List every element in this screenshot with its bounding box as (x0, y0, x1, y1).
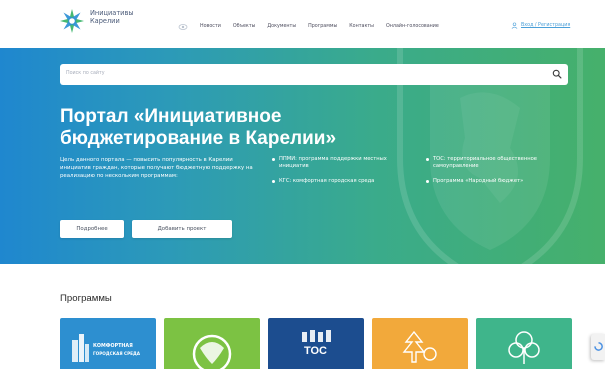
card-label: ГОРОДСКАЯ СРЕДА (93, 351, 140, 356)
tos-icon (302, 330, 331, 342)
logo-icon[interactable] (60, 9, 84, 33)
list-item: ППМИ: программа поддержки местных инициа… (272, 156, 402, 171)
program-card-tos[interactable]: ТОС (268, 318, 364, 369)
nav-documents[interactable]: Документы (267, 24, 296, 30)
program-card-local-initiative[interactable] (476, 318, 572, 369)
main-nav: Новости Объекты Документы Программы Конт… (178, 21, 451, 33)
more-button[interactable]: Подробнее (60, 220, 124, 238)
list-item-text: КГС: комфортная городская среда (279, 178, 375, 184)
search-icon[interactable] (552, 69, 562, 79)
eye-icon[interactable] (178, 22, 188, 32)
hero-section: Поиск по сайту Портал «Инициативное бюдж… (0, 48, 605, 264)
list-item-text: ППМИ: программа поддержки местных инициа… (279, 156, 387, 170)
programs-heading: Программы (60, 293, 112, 304)
program-card-ppmi[interactable] (164, 318, 260, 369)
list-item: КГС: комфортная городская среда (272, 178, 422, 185)
site-header: Инициативы Карелии Новости Объекты Докум… (0, 0, 605, 48)
nav-contacts[interactable]: Контакты (349, 24, 374, 30)
nav-news[interactable]: Новости (200, 24, 221, 30)
ppmi-icon (192, 334, 232, 369)
card-label: КОМФОРТНАЯ (93, 344, 133, 349)
nav-online-voting[interactable]: Онлайн-голосование (386, 24, 439, 30)
community-icon (508, 331, 540, 364)
list-item-text: ТОС: территориальное общественное самоуп… (433, 156, 537, 170)
program-card-people-budget[interactable] (372, 318, 468, 369)
hero-program-list: ППМИ: программа поддержки местных инициа… (272, 156, 592, 216)
tree-icon (402, 330, 437, 363)
search-box[interactable]: Поиск по сайту (60, 64, 568, 85)
list-item: ТОС: территориальное общественное самоуп… (426, 156, 576, 171)
hero-title: Портал «Инициативное бюджетирование в Ка… (60, 106, 337, 149)
list-item: Программа «Народный бюджет» (426, 178, 576, 185)
add-project-button[interactable]: Добавить проект (132, 220, 232, 238)
program-card-comfort-city[interactable]: КОМФОРТНАЯ ГОРОДСКАЯ СРЕДА (60, 318, 156, 369)
nav-programs[interactable]: Программы (308, 24, 337, 30)
list-item-text: Программа «Народный бюджет» (433, 178, 524, 184)
page: Инициативы Карелии Новости Объекты Докум… (0, 0, 605, 369)
nav-objects[interactable]: Объекты (233, 24, 256, 30)
hero-description: Цель данного портала — повысить популярн… (60, 157, 253, 180)
auth-label[interactable]: Вход / Регистрация (521, 23, 570, 28)
recaptcha-badge[interactable] (591, 334, 605, 360)
program-cards: КОМФОРТНАЯ ГОРОДСКАЯ СРЕДА ТОС (60, 318, 572, 369)
recaptcha-icon (594, 342, 603, 351)
user-icon (511, 22, 518, 29)
search-input[interactable]: Поиск по сайту (66, 71, 105, 76)
card-label: ТОС (304, 345, 327, 357)
auth-link[interactable]: Вход / Регистрация (511, 22, 570, 29)
logo-text[interactable]: Инициативы Карелии (90, 9, 150, 25)
